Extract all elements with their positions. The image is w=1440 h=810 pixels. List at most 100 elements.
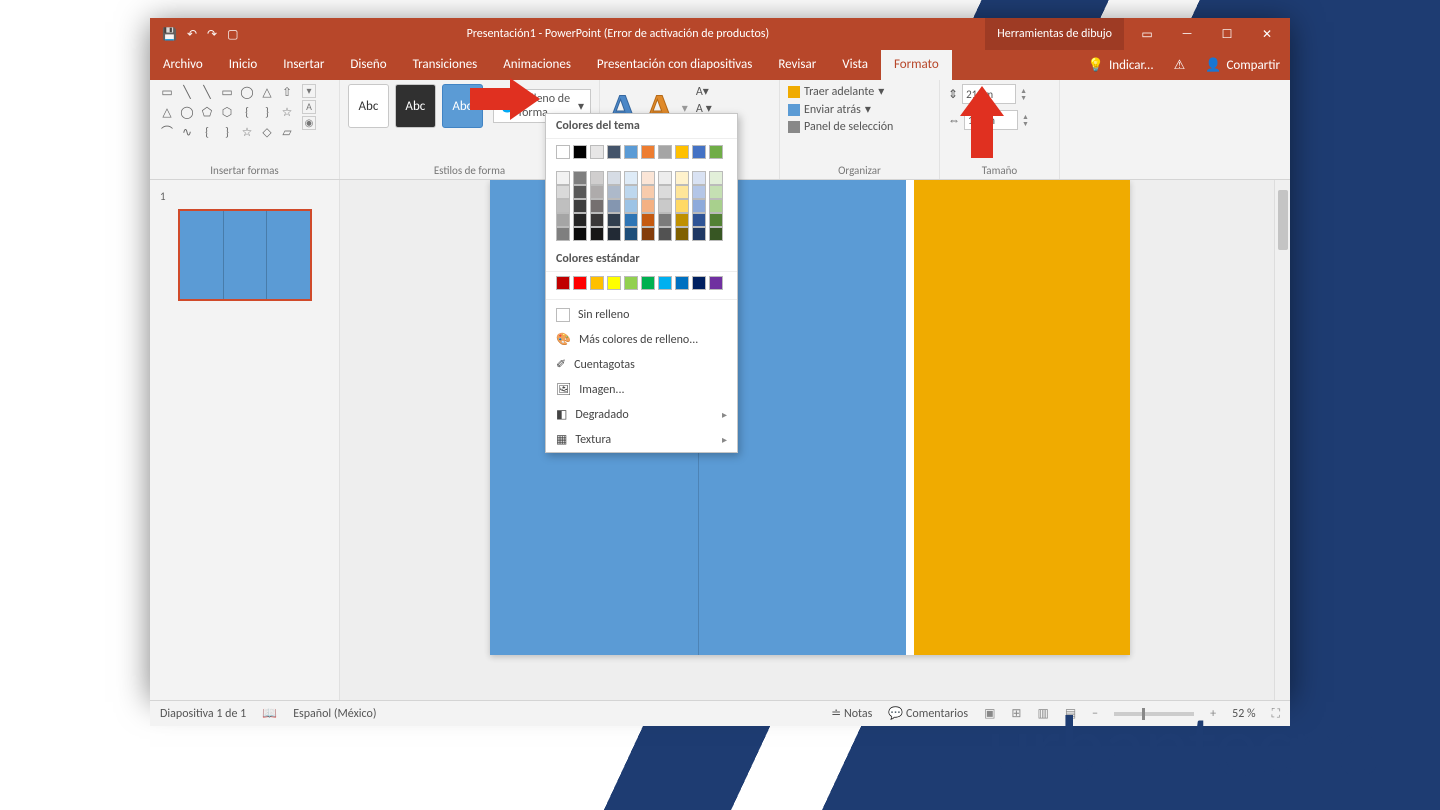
gradient-item[interactable]: ◧Degradado▸	[546, 402, 737, 427]
color-swatch[interactable]	[590, 276, 604, 290]
language-button[interactable]: Español (México)	[293, 707, 376, 721]
color-swatch[interactable]	[573, 145, 587, 159]
color-swatch[interactable]	[641, 185, 655, 199]
merge-shapes-icon[interactable]: ◉	[302, 116, 316, 130]
color-swatch[interactable]	[692, 199, 706, 213]
tab-vista[interactable]: Vista	[829, 50, 881, 80]
color-swatch[interactable]	[607, 185, 621, 199]
color-swatch[interactable]	[658, 145, 672, 159]
color-swatch[interactable]	[641, 171, 655, 185]
color-swatch[interactable]	[590, 199, 604, 213]
color-swatch[interactable]	[607, 199, 621, 213]
color-swatch[interactable]	[675, 171, 689, 185]
tab-insertar[interactable]: Insertar	[270, 50, 337, 80]
more-colors-item[interactable]: 🎨Más colores de relleno...	[546, 327, 737, 352]
color-swatch[interactable]	[675, 199, 689, 213]
close-icon[interactable]: ✕	[1254, 27, 1280, 42]
color-swatch[interactable]	[658, 171, 672, 185]
color-swatch[interactable]	[556, 199, 570, 213]
color-swatch[interactable]	[624, 185, 638, 199]
tab-archivo[interactable]: Archivo	[150, 50, 216, 80]
color-swatch[interactable]	[675, 213, 689, 227]
color-swatch[interactable]	[709, 185, 723, 199]
thumbnail-slide-1[interactable]	[178, 209, 312, 301]
redo-icon[interactable]: ↷	[207, 27, 217, 42]
color-swatch[interactable]	[573, 199, 587, 213]
color-swatch[interactable]	[607, 213, 621, 227]
canvas[interactable]	[340, 180, 1290, 700]
no-fill-item[interactable]: Sin relleno	[546, 303, 737, 327]
tab-diseno[interactable]: Diseño	[337, 50, 399, 80]
color-swatch[interactable]	[573, 171, 587, 185]
color-swatch[interactable]	[709, 213, 723, 227]
vertical-scrollbar[interactable]	[1274, 180, 1290, 700]
color-swatch[interactable]	[675, 145, 689, 159]
color-swatch[interactable]	[709, 227, 723, 241]
color-swatch[interactable]	[624, 171, 638, 185]
color-swatch[interactable]	[556, 227, 570, 241]
color-swatch[interactable]	[556, 276, 570, 290]
shapes-more-icon[interactable]: ▾	[302, 84, 316, 98]
selection-pane-button[interactable]: Panel de selección	[788, 120, 931, 134]
color-swatch[interactable]	[675, 276, 689, 290]
color-swatch[interactable]	[675, 227, 689, 241]
color-swatch[interactable]	[624, 227, 638, 241]
spellcheck-icon[interactable]: 📖	[262, 706, 277, 721]
color-swatch[interactable]	[556, 185, 570, 199]
minimize-icon[interactable]: —	[1174, 27, 1200, 41]
color-swatch[interactable]	[573, 213, 587, 227]
texture-item[interactable]: ▦Textura▸	[546, 427, 737, 452]
shapes-gallery[interactable]: ▭╲╲▭◯△⇧ △◯⬠⬡{}☆ ⌒∿{}☆◇▱	[158, 84, 296, 142]
tell-me[interactable]: 💡Indicar...	[1078, 58, 1164, 73]
color-swatch[interactable]	[692, 185, 706, 199]
tab-formato[interactable]: Formato	[881, 50, 952, 80]
eyedropper-item[interactable]: ✐Cuentagotas	[546, 352, 737, 377]
save-icon[interactable]: 💾	[162, 27, 177, 42]
color-swatch[interactable]	[607, 171, 621, 185]
share-button[interactable]: 👤Compartir	[1195, 58, 1290, 73]
color-swatch[interactable]	[607, 145, 621, 159]
picture-item[interactable]: 🖼Imagen...	[546, 377, 737, 402]
style-preset-2[interactable]: Abc	[395, 84, 436, 128]
color-swatch[interactable]	[709, 199, 723, 213]
tab-inicio[interactable]: Inicio	[216, 50, 270, 80]
color-swatch[interactable]	[641, 213, 655, 227]
color-swatch[interactable]	[590, 213, 604, 227]
tab-animaciones[interactable]: Animaciones	[490, 50, 584, 80]
color-swatch[interactable]	[556, 213, 570, 227]
color-swatch[interactable]	[624, 145, 638, 159]
color-swatch[interactable]	[590, 145, 604, 159]
color-swatch[interactable]	[573, 227, 587, 241]
color-swatch[interactable]	[624, 199, 638, 213]
color-swatch[interactable]	[641, 145, 655, 159]
color-swatch[interactable]	[641, 199, 655, 213]
ribbon-options-icon[interactable]: ▭	[1134, 27, 1160, 42]
color-swatch[interactable]	[624, 213, 638, 227]
tab-presentacion[interactable]: Presentación con diapositivas	[584, 50, 765, 80]
comments-button[interactable]: 💬 Comentarios	[888, 706, 968, 721]
color-swatch[interactable]	[692, 213, 706, 227]
shape-orange[interactable]	[914, 180, 1130, 655]
color-swatch[interactable]	[607, 227, 621, 241]
style-preset-1[interactable]: Abc	[348, 84, 389, 128]
tab-revisar[interactable]: Revisar	[765, 50, 829, 80]
maximize-icon[interactable]: ☐	[1214, 27, 1240, 42]
bring-forward-button[interactable]: Traer adelante ▾	[788, 84, 931, 99]
color-swatch[interactable]	[692, 171, 706, 185]
color-swatch[interactable]	[590, 185, 604, 199]
color-swatch[interactable]	[556, 171, 570, 185]
color-swatch[interactable]	[709, 171, 723, 185]
color-swatch[interactable]	[692, 227, 706, 241]
color-swatch[interactable]	[658, 185, 672, 199]
slide-counter[interactable]: Diapositiva 1 de 1	[160, 707, 246, 721]
notes-button[interactable]: ≐ Notas	[831, 706, 872, 721]
undo-icon[interactable]: ↶	[187, 27, 197, 42]
color-swatch[interactable]	[692, 276, 706, 290]
color-swatch[interactable]	[692, 145, 706, 159]
text-box-icon[interactable]: A	[302, 100, 316, 114]
send-backward-button[interactable]: Enviar atrás ▾	[788, 102, 931, 117]
color-swatch[interactable]	[658, 227, 672, 241]
color-swatch[interactable]	[709, 276, 723, 290]
text-fill-icon[interactable]: A▾	[696, 84, 712, 99]
color-swatch[interactable]	[590, 171, 604, 185]
